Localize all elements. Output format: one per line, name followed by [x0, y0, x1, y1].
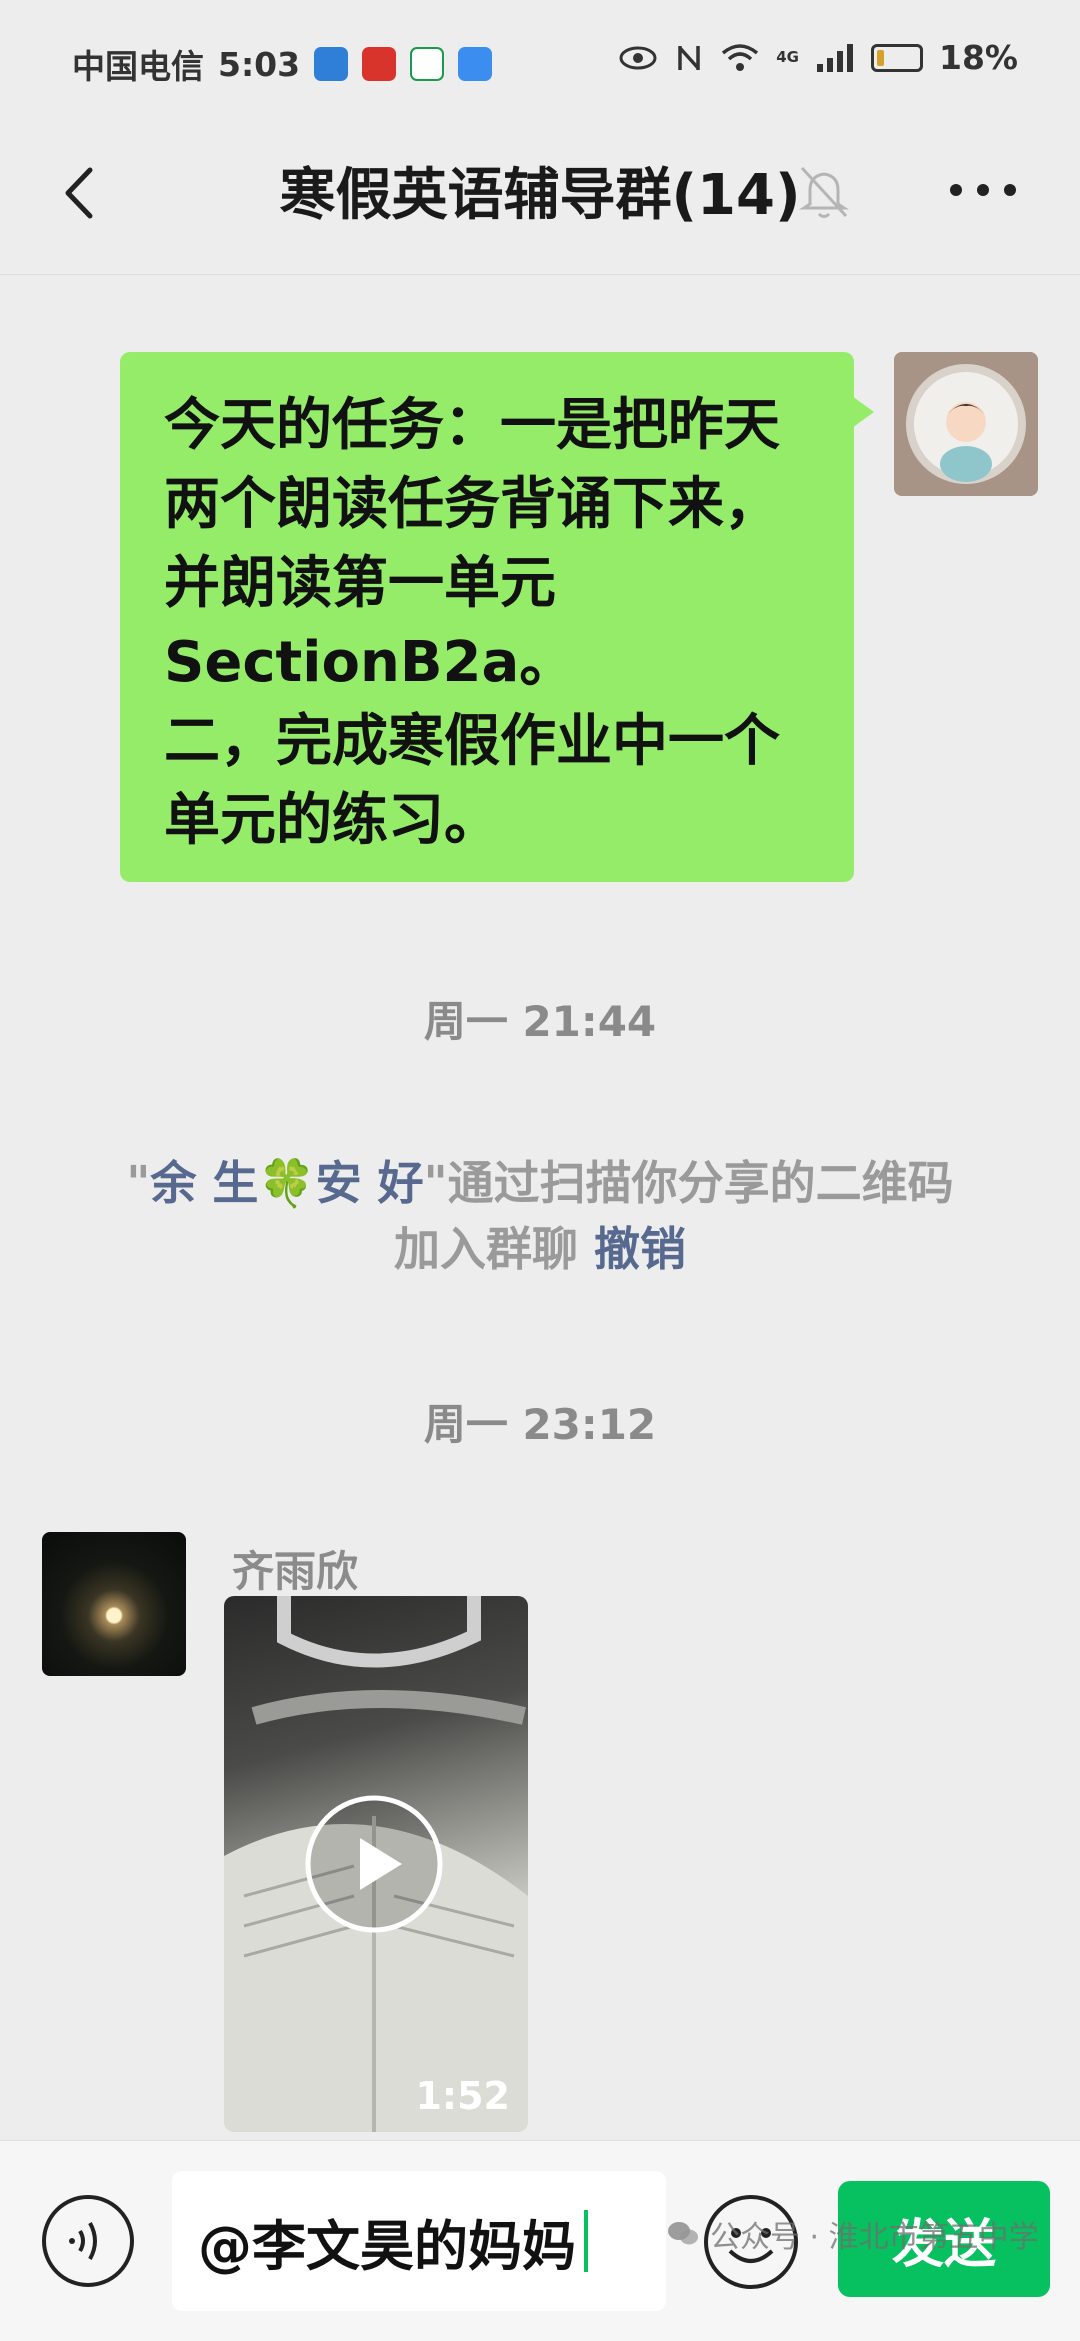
battery-icon — [871, 43, 923, 72]
message-input-text: @李文昊的妈妈 — [198, 2214, 576, 2278]
wechat-logo-icon — [668, 2222, 698, 2245]
notification-app-icon — [314, 47, 349, 81]
timestamp-label: 周一 21:44 — [423, 997, 657, 1046]
notification-cloud-icon — [458, 47, 493, 81]
sender-name: 齐雨欣 — [232, 1547, 359, 1596]
wifi-icon — [722, 43, 759, 71]
revoke-link[interactable]: 撤销 — [594, 1222, 686, 1276]
status-right: 4G 18% — [618, 38, 1018, 77]
quote-open: " — [126, 1156, 151, 1210]
child-portrait-icon — [894, 352, 1038, 496]
chat-title: 寒假英语辅导群(14) — [279, 163, 801, 228]
watermark-text: 公众号 · 淮北市第五中学 — [710, 2220, 1039, 2255]
network-type-label: 4G — [776, 48, 799, 66]
joined-member-name[interactable]: 余 生🍀安 好 — [150, 1156, 423, 1210]
system-notice: "余 生🍀安 好"通过扫描你分享的二维码加入群聊 撤销 — [110, 1150, 970, 1282]
signal-icon — [817, 43, 853, 72]
battery-percent: 18% — [939, 38, 1018, 77]
sender-avatar[interactable] — [42, 1532, 186, 1676]
timestamp-label: 周一 23:12 — [423, 1400, 657, 1449]
nfc-icon — [678, 45, 700, 70]
notification-post-icon — [410, 47, 445, 81]
voice-input-button[interactable] — [40, 2193, 136, 2289]
chat-header: 寒假英语辅导群(14) — [0, 120, 1080, 275]
battery-fill — [877, 49, 884, 66]
quote-close: " — [423, 1156, 448, 1210]
mute-bell-icon — [799, 166, 849, 218]
eye-icon — [619, 46, 657, 69]
my-avatar[interactable] — [894, 352, 1038, 496]
status-bar: 中国电信 5:03 4G 18% — [0, 0, 1080, 120]
more-options-button[interactable] — [938, 170, 1028, 210]
text-cursor — [584, 2210, 588, 2272]
watermark: 公众号 · 淮北市第五中学 — [666, 2212, 1039, 2256]
play-icon[interactable] — [304, 1794, 444, 1934]
video-message[interactable]: 1:52 — [224, 1596, 528, 2132]
clock: 5:03 — [218, 44, 301, 84]
notification-heart-icon — [362, 47, 397, 81]
carrier-label: 中国电信 — [72, 47, 204, 86]
video-duration: 1:52 — [415, 2074, 510, 2118]
status-left: 中国电信 5:03 — [72, 40, 493, 88]
outgoing-message-bubble[interactable]: 今天的任务：一是把昨天 两个朗读任务背诵下来， 并朗读第一单元 SectionB… — [120, 352, 874, 882]
message-input[interactable]: @李文昊的妈妈 — [172, 2171, 666, 2311]
